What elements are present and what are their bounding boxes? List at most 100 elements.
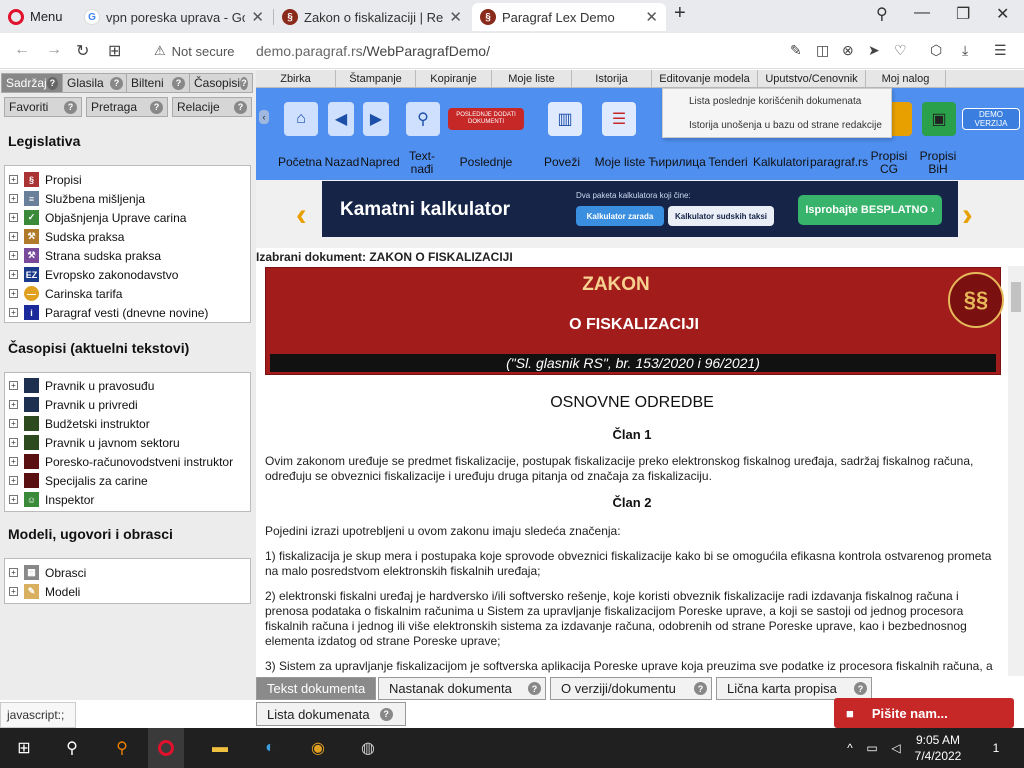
tree-item-pravnik-u-javnom-sektoru[interactable]: + Pravnik u javnom sektoru [5,433,180,452]
tree-item-budzetski-instruktor[interactable]: + Budžetski instruktor [5,414,150,433]
close-tab-icon[interactable]: ✕ [645,8,658,26]
edge-icon[interactable]: ◐ [258,736,282,760]
browser-tab-google[interactable]: G vpn poreska uprava - Goog ✕ [76,3,272,31]
network-icon[interactable]: ▭ [860,736,884,760]
volume-icon[interactable]: ◁ [884,736,908,760]
tree-item-pravnik-u-pravosudju[interactable]: + Pravnik u pravosuđu [5,376,154,395]
chat-button[interactable]: ■ Pišite nam... [834,698,1014,728]
block-icon[interactable]: ⊗ [842,42,854,59]
send-icon[interactable]: ➤ [868,42,880,59]
reload-icon[interactable]: ↻ [76,41,89,61]
expand-icon[interactable]: + [9,495,18,504]
new-tab-icon[interactable]: + [674,2,686,25]
url-field[interactable]: demo.paragraf.rs/WebParagrafDemo/ [256,43,490,59]
menu-istorija[interactable]: Istorija [572,70,652,88]
expand-icon[interactable]: + [9,400,18,409]
tab-favoriti[interactable]: Favoriti? [4,97,82,117]
expand-icon[interactable]: + [9,419,18,428]
tab-relacije[interactable]: Relacije? [172,97,252,117]
search-icon[interactable]: ⚲ [876,4,888,24]
tree-item-modeli[interactable]: + ✎ Modeli [5,582,80,601]
menu-editovanje-modela[interactable]: Editovanje modela [652,70,758,88]
text-search-icon[interactable]: ⚲ [406,102,440,136]
tree-item-strana-sudska-praksa[interactable]: + ⚒ Strana sudska praksa [5,246,161,265]
tree-item-objasnjenja[interactable]: + ✓ Objašnjenja Uprave carina [5,208,186,227]
expand-icon[interactable]: + [9,289,18,298]
menu-uputstvo-cenovnik[interactable]: Uputstvo/Cenovnik [758,70,866,88]
tree-item-sudska-praksa[interactable]: + ⚒ Sudska praksa [5,227,124,246]
expand-icon[interactable]: + [9,476,18,485]
tab-licna-karta[interactable]: Lična karta propisa? [716,677,872,700]
tab-tekst-dokumenta[interactable]: Tekst dokumenta [256,677,376,700]
demo-version-button[interactable]: DEMO VERZIJA [962,108,1020,130]
download-icon[interactable]: ⤓ [962,42,968,59]
connect-icon[interactable]: ▥ [548,102,582,136]
tree-item-inspektor[interactable]: + ☺ Inspektor [5,490,94,509]
search-icon[interactable]: ⚲ [60,736,84,760]
windows-start-icon[interactable]: ⊞ [12,736,36,760]
tab-nastanak-dokumenta[interactable]: Nastanak dokumenta? [378,677,546,700]
tree-item-pravnik-u-privredi[interactable]: + Pravnik u privredi [5,395,138,414]
restore-icon[interactable]: ❐ [956,4,970,24]
tree-item-sluzbena-misljenja[interactable]: + ≡ Službena mišljenja [5,189,145,208]
chrome-icon[interactable]: ◉ [306,736,330,760]
banner-next-icon[interactable]: › [962,196,973,233]
tab-pretraga[interactable]: Pretraga? [86,97,168,117]
home-icon[interactable]: ⌂ [284,102,318,136]
document-scrollbar[interactable] [1008,266,1024,676]
expand-icon[interactable]: + [9,194,18,203]
minimize-icon[interactable]: — [914,4,930,22]
tab-casopisi[interactable]: Časopisi? [189,73,253,93]
menu-stampanje[interactable]: Štampanje [336,70,416,88]
collapse-panel-icon[interactable]: ‹ [259,110,269,124]
opera-taskbar-icon[interactable] [148,728,184,768]
expand-icon[interactable]: + [9,568,18,577]
scrollbar-thumb[interactable] [1011,282,1021,312]
back-arrow-icon[interactable]: ◀ [328,102,354,136]
banner-cta-button[interactable]: Isprobajte BESPLATNO › [798,195,942,225]
expand-icon[interactable]: + [9,438,18,447]
dropdown-item-history[interactable]: Istorija unošenja u bazu od strane redak… [663,113,891,137]
expand-icon[interactable]: + [9,457,18,466]
tree-item-carinska-tarifa[interactable]: + — Carinska tarifa [5,284,122,303]
tree-item-specijalis-za-carine[interactable]: + Specijalis za carine [5,471,148,490]
expand-icon[interactable]: + [9,587,18,596]
tree-item-obrasci[interactable]: + ▦ Obrasci [5,563,86,582]
dropdown-item-last-used[interactable]: Lista poslednje korišćenih dokumenata [663,89,891,113]
tree-item-paragraf-vesti[interactable]: + i Paragraf vesti (dnevne novine) [5,303,208,322]
poslednje-dodati-button[interactable]: POSLEDNJE DODATI DOKUMENTI [448,108,524,130]
tab-o-verziji[interactable]: O verziji/dokumentu? [550,677,712,700]
tab-sadrzaj[interactable]: Sadržaj? [1,73,63,93]
tree-item-evropsko-zakonodavstvo[interactable]: + EZ Evropsko zakonodavstvo [5,265,178,284]
app-icon[interactable]: ◍ [356,736,380,760]
settings-icon[interactable]: ☰ [994,42,1007,59]
edit-icon[interactable]: ✎ [790,42,802,59]
expand-icon[interactable]: + [9,308,18,317]
expand-icon[interactable]: + [9,270,18,279]
expand-icon[interactable]: + [9,175,18,184]
close-tab-icon[interactable]: ✕ [251,8,264,26]
expand-icon[interactable]: + [9,381,18,390]
menu-kopiranje[interactable]: Kopiranje [416,70,492,88]
browser-tab-zakon[interactable]: § Zakon o fiskalizaciji | Repub ✕ [274,3,470,31]
close-window-icon[interactable]: ✕ [996,4,1009,24]
close-tab-icon[interactable]: ✕ [449,8,462,26]
tree-item-propisi[interactable]: + § Propisi [5,170,82,189]
menu-moj-nalog[interactable]: Moj nalog [866,70,946,88]
tree-item-poresko-racunovodstveni[interactable]: + Poresko-računovodstveni instruktor [5,452,233,471]
expand-icon[interactable]: + [9,213,18,222]
menu-zbirka[interactable]: Zbirka [256,70,336,88]
tab-lista-dokumenata[interactable]: Lista dokumenata? [256,702,406,726]
my-lists-icon[interactable]: ☰ [602,102,636,136]
speed-dial-icon[interactable]: ⊞ [108,41,121,61]
bih-icon[interactable]: ▣ [922,102,956,136]
camera-icon[interactable]: ◫ [816,42,829,59]
box-icon[interactable]: ⬡ [930,42,942,59]
heart-icon[interactable]: ♡ [894,42,907,59]
notifications-icon[interactable]: 1 [984,736,1008,760]
expand-icon[interactable]: + [9,232,18,241]
forward-icon[interactable]: → [46,41,62,59]
tab-bilteni[interactable]: Bilteni? [126,73,190,93]
search-app-icon[interactable]: ⚲ [110,736,134,760]
forward-arrow-icon[interactable]: ▶ [363,102,389,136]
